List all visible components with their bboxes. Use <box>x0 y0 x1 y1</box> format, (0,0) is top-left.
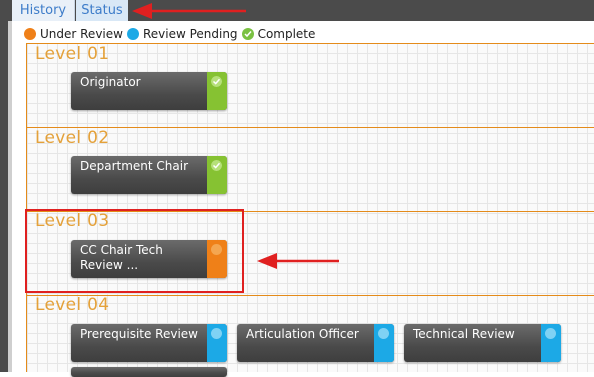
level-divider <box>27 43 594 44</box>
review-pending-dot-icon <box>545 328 556 339</box>
level-02-label: Level 02 <box>35 128 110 148</box>
card-label: Articulation Officer <box>246 327 359 341</box>
card-label: Prerequisite Review <box>80 327 198 341</box>
level-04-label: Level 04 <box>35 295 110 315</box>
legend-complete: Complete <box>241 27 316 41</box>
legend-review-pending-label: Review Pending <box>142 27 238 41</box>
card-technical-review[interactable]: Technical Review <box>404 324 561 362</box>
status-review-pending-indicator <box>541 324 561 362</box>
card-label: Department Chair <box>80 159 189 173</box>
legend-under-review: Under Review <box>24 27 123 41</box>
card-label: Originator <box>80 75 141 89</box>
review-pending-dot-icon <box>378 328 389 339</box>
card-partial[interactable] <box>71 367 227 377</box>
annotation-arrow-icon <box>132 3 246 19</box>
top-tab-bar: History Status <box>0 0 594 21</box>
card-label: Technical Review <box>413 327 515 341</box>
tab-status[interactable]: Status <box>76 0 128 21</box>
card-prerequisite-review[interactable]: Prerequisite Review <box>71 324 227 362</box>
status-review-pending-indicator <box>207 324 227 362</box>
annotation-highlight-box <box>25 209 244 293</box>
level-divider <box>27 295 594 296</box>
level-01-label: Level 01 <box>35 44 110 64</box>
status-complete-indicator <box>207 72 227 110</box>
review-pending-dot-icon <box>126 28 139 40</box>
annotation-arrow-icon <box>257 253 339 269</box>
left-rail-inner <box>8 21 12 372</box>
level-divider <box>27 127 594 128</box>
check-icon <box>211 160 222 171</box>
left-rail <box>0 0 8 372</box>
under-review-dot-icon <box>24 28 36 40</box>
review-pending-dot-icon <box>211 328 222 339</box>
legend-under-review-label: Under Review <box>40 27 123 41</box>
status-legend: Under Review Review Pending Complete <box>24 26 319 42</box>
legend-complete-label: Complete <box>257 27 316 41</box>
status-complete-indicator <box>207 156 227 194</box>
tab-history[interactable]: History <box>12 0 75 21</box>
check-icon <box>241 28 254 40</box>
check-icon <box>211 76 222 87</box>
card-articulation-officer[interactable]: Articulation Officer <box>237 324 394 362</box>
legend-review-pending: Review Pending <box>126 27 238 41</box>
card-department-chair[interactable]: Department Chair <box>71 156 227 194</box>
status-review-pending-indicator <box>374 324 394 362</box>
card-originator[interactable]: Originator <box>71 72 227 110</box>
